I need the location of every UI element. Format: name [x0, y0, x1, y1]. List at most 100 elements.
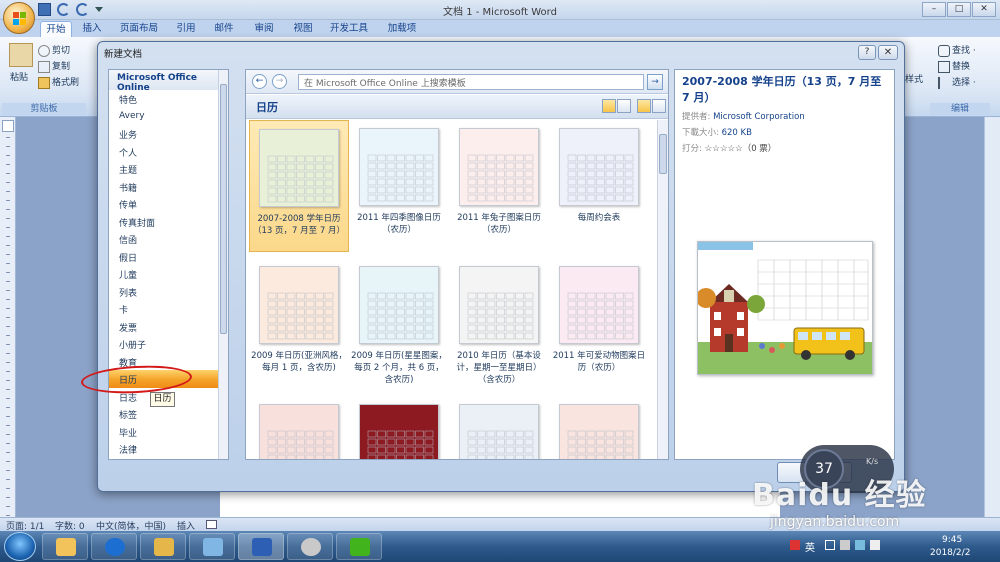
taskbar-app-4[interactable]: [189, 533, 235, 560]
category-item[interactable]: 信函: [109, 230, 228, 248]
template-item[interactable]: [249, 396, 349, 459]
category-item[interactable]: 传真封面: [109, 213, 228, 231]
ime-indicator[interactable]: 英: [805, 539, 815, 554]
office-button[interactable]: [3, 2, 35, 34]
template-item[interactable]: [349, 396, 449, 459]
category-scrollbar[interactable]: [218, 70, 228, 459]
sort-icon[interactable]: [602, 99, 616, 113]
template-item[interactable]: [549, 396, 649, 459]
clock-time[interactable]: 9:45: [942, 535, 962, 545]
paste-icon[interactable]: [9, 43, 33, 67]
document-scrollbar[interactable]: [984, 117, 1000, 517]
network-icon[interactable]: [855, 540, 865, 550]
category-item[interactable]: 卡: [109, 300, 228, 318]
template-item[interactable]: 2011 年兔子图案日历（农历）: [449, 120, 549, 252]
taskbar-app-wechat[interactable]: [336, 533, 382, 560]
user-icon[interactable]: [652, 99, 666, 113]
tab-view[interactable]: 视图: [289, 21, 317, 37]
taskbar-app-word[interactable]: [238, 533, 284, 560]
clock-date[interactable]: 2018/2/2: [930, 548, 970, 558]
close-window-button[interactable]: ✕: [972, 2, 996, 17]
start-button[interactable]: [4, 532, 36, 561]
cut-button[interactable]: 剪切: [38, 43, 70, 57]
template-item[interactable]: 每周约会表: [549, 120, 649, 252]
find-button[interactable]: 查找 ·: [938, 43, 976, 57]
copy-button[interactable]: 复制: [38, 59, 70, 73]
back-arrow-icon[interactable]: ←: [252, 74, 267, 89]
forward-arrow-icon[interactable]: →: [272, 74, 287, 89]
tab-insert[interactable]: 插入: [78, 21, 106, 37]
macro-icon[interactable]: [206, 520, 217, 529]
category-item[interactable]: 标签: [109, 405, 228, 423]
template-caption: 2009 年日历(亚洲风格，每月 1 页，含农历): [251, 351, 347, 373]
tray-icon-3[interactable]: [840, 540, 850, 550]
template-item[interactable]: 2010 年日历（基本设计，星期一至星期日）（含农历）: [449, 258, 549, 390]
template-item[interactable]: 2009 年日历(星星图案，每页 2 个月，共 6 页，含农历): [349, 258, 449, 390]
template-caption: 2011 年四季图像日历（农历）: [357, 213, 441, 235]
volume-icon[interactable]: [870, 540, 880, 550]
gallery-header: 日历: [246, 95, 668, 119]
template-search-input[interactable]: 在 Microsoft Office Online 上搜索模板: [298, 74, 644, 90]
taskbar-app-6[interactable]: [287, 533, 333, 560]
category-item[interactable]: 主题: [109, 160, 228, 178]
category-item[interactable]: 书籍: [109, 178, 228, 196]
category-item[interactable]: 假日: [109, 248, 228, 266]
select-button[interactable]: 选择 ·: [938, 75, 976, 89]
styles-button[interactable]: 样式: [905, 72, 923, 85]
help-button[interactable]: ?: [858, 45, 876, 60]
category-scroll-thumb[interactable]: [220, 84, 227, 334]
category-item[interactable]: 发票: [109, 318, 228, 336]
taskbar-app-3[interactable]: [140, 533, 186, 560]
category-item[interactable]: 毕业: [109, 423, 228, 441]
gallery-scroll-thumb[interactable]: [659, 134, 667, 174]
ruler-toggle-button[interactable]: [2, 120, 14, 132]
template-caption: 2011 年可爱动物图案日历（农历）: [552, 351, 646, 373]
ruler-tick: [6, 497, 10, 498]
search-go-button[interactable]: →: [647, 74, 663, 90]
rating-stars[interactable]: ☆☆☆☆☆: [705, 144, 743, 154]
ruler-tick: [6, 452, 10, 453]
vertical-ruler: [0, 117, 16, 517]
category-item[interactable]: 个人: [109, 143, 228, 161]
tab-mailings[interactable]: 邮件: [210, 21, 238, 37]
maximize-button[interactable]: □: [947, 2, 971, 17]
category-item[interactable]: 列表: [109, 283, 228, 301]
category-item[interactable]: 特色: [109, 90, 228, 108]
category-item[interactable]: 传单: [109, 195, 228, 213]
template-thumbnail: [559, 404, 639, 459]
paste-button[interactable]: 粘贴: [10, 70, 28, 83]
tab-review[interactable]: 审阅: [250, 21, 278, 37]
category-item[interactable]: 小册子: [109, 335, 228, 353]
dialog-close-button[interactable]: ✕: [878, 45, 898, 60]
tab-addins[interactable]: 加载项: [384, 21, 420, 37]
ruler-tick: [6, 353, 10, 354]
template-thumbnail: [259, 266, 339, 344]
template-gallery: 2007-2008 学年日历（13 页，7 月至 7 月） 2011 年四季图像日…: [246, 120, 656, 459]
category-item[interactable]: 业务: [109, 125, 228, 143]
replace-button[interactable]: 替换: [938, 59, 970, 73]
category-item[interactable]: Avery: [109, 108, 228, 126]
tab-page-layout[interactable]: 页面布局: [115, 21, 163, 37]
sort-order-icon[interactable]: [617, 99, 631, 113]
template-thumbnail: [259, 129, 339, 207]
tray-icon-1[interactable]: [790, 540, 800, 550]
minimize-button[interactable]: –: [922, 2, 946, 17]
template-item[interactable]: [449, 396, 549, 459]
template-item[interactable]: 2007-2008 学年日历（13 页，7 月至 7 月）: [249, 120, 349, 252]
large-thumbnails-icon[interactable]: [637, 99, 651, 113]
ruler-tick: [6, 155, 10, 156]
taskbar-app-2[interactable]: [91, 533, 137, 560]
category-item[interactable]: 法律: [109, 440, 228, 458]
category-item[interactable]: 儿童: [109, 265, 228, 283]
format-painter-button[interactable]: 格式刷: [38, 75, 79, 89]
tab-home[interactable]: 开始: [40, 21, 72, 37]
tray-icon-2[interactable]: [825, 540, 835, 550]
template-item[interactable]: 2011 年可爱动物图案日历（农历）: [549, 258, 649, 390]
vote-count: （0 票）: [742, 144, 777, 154]
taskbar-app-1[interactable]: [42, 533, 88, 560]
template-item[interactable]: 2011 年四季图像日历（农历）: [349, 120, 449, 252]
template-item[interactable]: 2009 年日历(亚洲风格，每月 1 页，含农历): [249, 258, 349, 390]
tab-references[interactable]: 引用: [172, 21, 200, 37]
tab-developer[interactable]: 开发工具: [327, 21, 371, 37]
gallery-scrollbar[interactable]: [657, 120, 668, 459]
